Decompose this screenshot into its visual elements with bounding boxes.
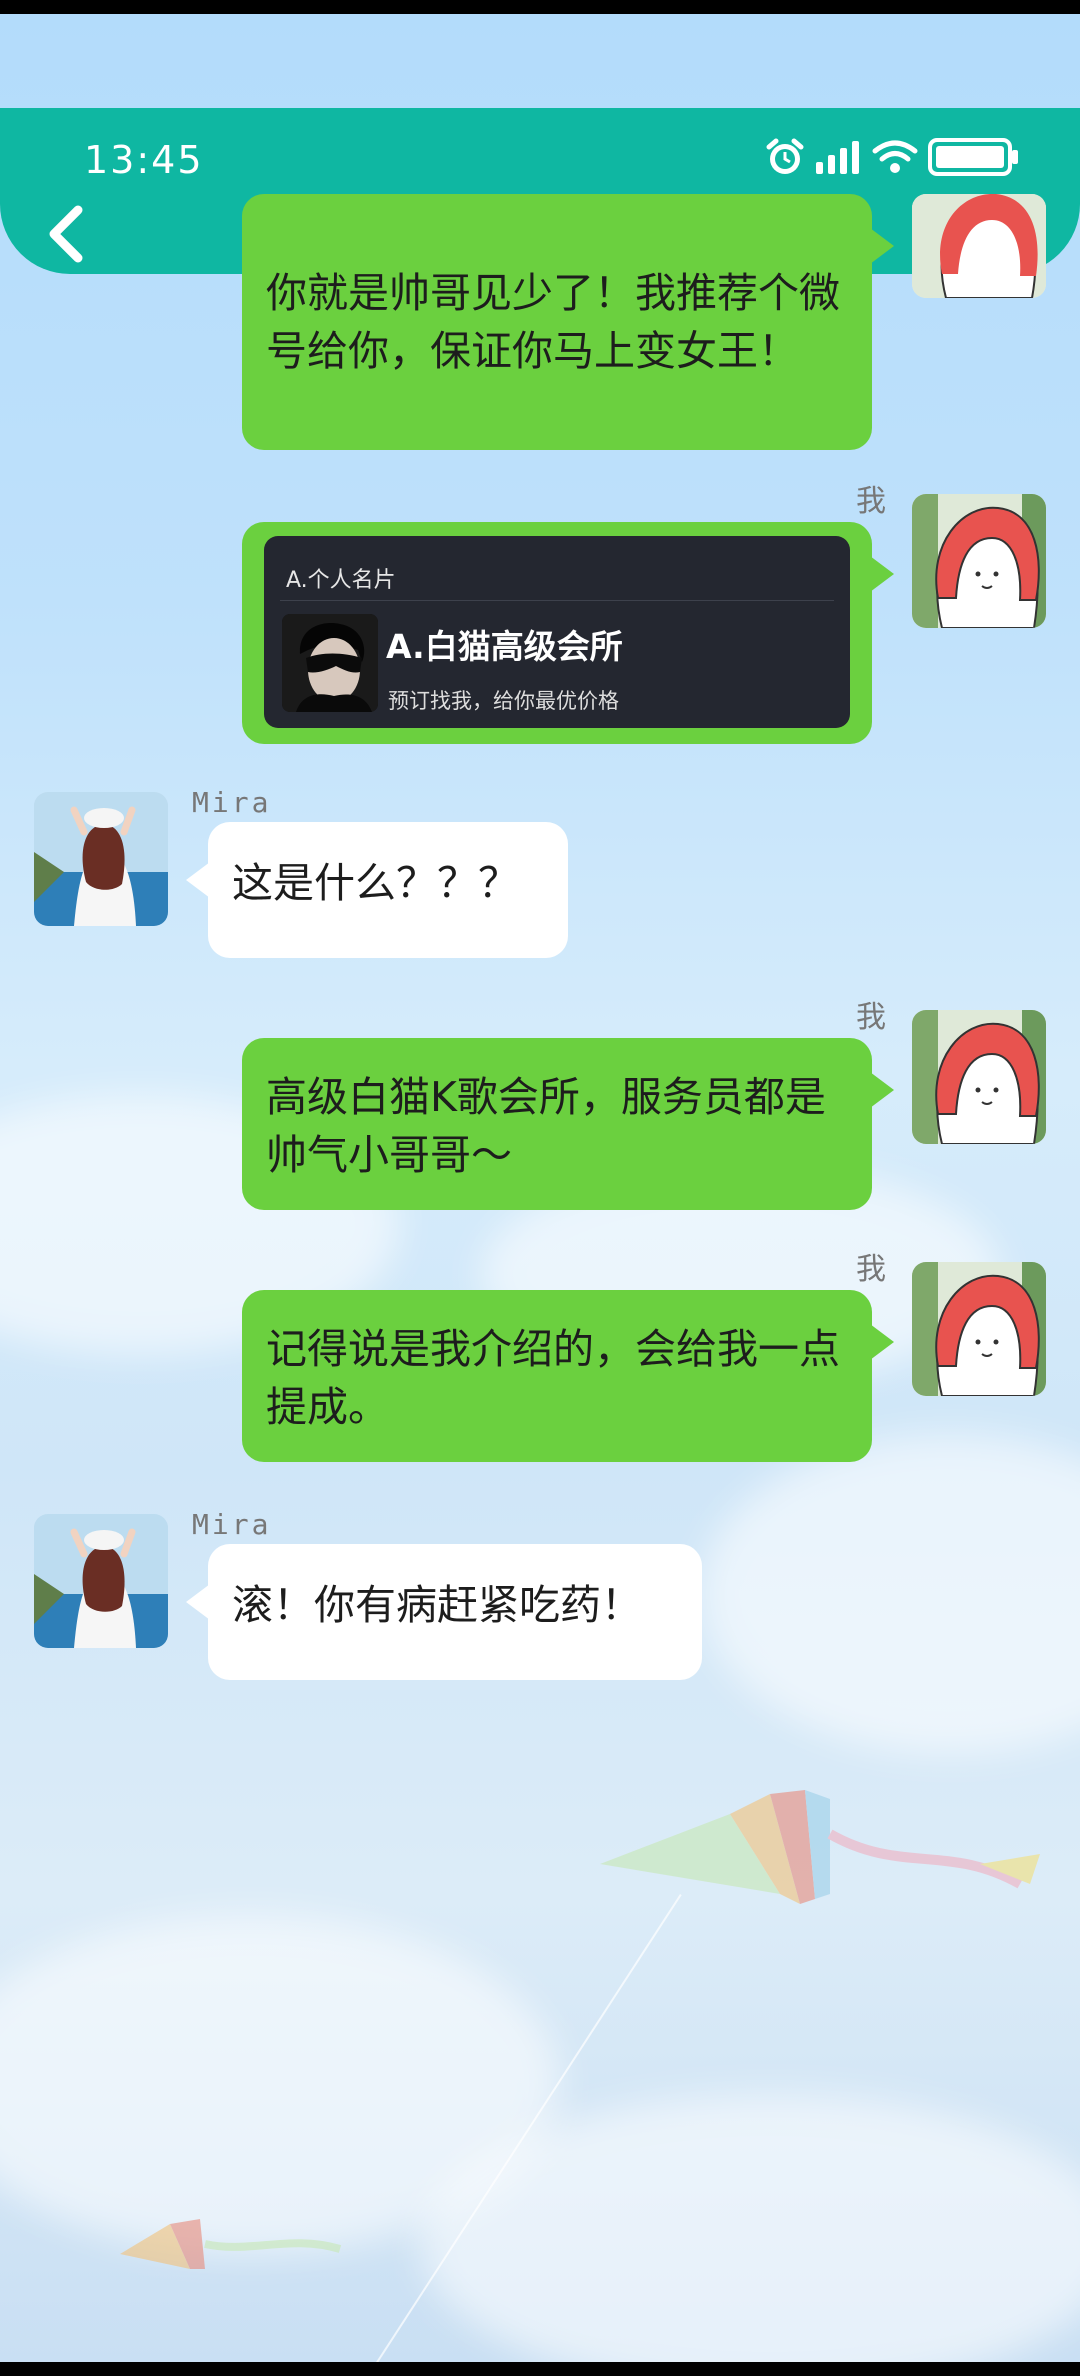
message-bubble-me[interactable]: 高级白猫K歌会所，服务员都是帅气小哥哥～ — [242, 1038, 894, 1210]
my-avatar[interactable] — [912, 1262, 1046, 1396]
status-icons — [766, 134, 1020, 180]
sender-name: Mira — [192, 786, 272, 819]
message-bubble-me[interactable]: 你就是帅哥见少了！我推荐个微号给你，保证你马上变女王！ — [242, 194, 894, 450]
status-time: 13:45 — [84, 138, 204, 182]
message-text: 滚！你有病赶紧吃药！ — [232, 1581, 642, 1629]
card-photo — [282, 614, 378, 712]
kite-decoration — [120, 2219, 342, 2269]
card-photo-image — [282, 614, 378, 712]
avatar-image — [912, 1010, 1046, 1144]
contact-avatar[interactable] — [34, 792, 168, 926]
message-text: 记得说是我介绍的，会给我一点提成。 — [266, 1325, 840, 1431]
message-bubble-them[interactable]: 滚！你有病赶紧吃药！ — [186, 1544, 702, 1680]
kite-decoration — [600, 1790, 1040, 1904]
avatar-image — [912, 1262, 1046, 1396]
contact-card-bubble[interactable]: A.个人名片 A.白猫高级会所 预订找我，给你最优价格 — [242, 522, 894, 744]
wifi-icon — [872, 140, 918, 173]
contact-avatar[interactable] — [34, 1514, 168, 1648]
card-subtitle: 预订找我，给你最优价格 — [388, 689, 619, 713]
avatar-image — [912, 494, 1046, 628]
message-text: 你就是帅哥见少了！我推荐个微号给你，保证你马上变女王！ — [266, 269, 840, 375]
alarm-icon — [766, 138, 804, 174]
sender-name: 我 — [856, 484, 886, 519]
sender-name: 我 — [856, 1000, 886, 1035]
sender-name: 我 — [856, 1252, 886, 1287]
chat-screen: 13:45 你就是帅哥见少了！我推荐个微号给你，保证你马上变女王！ 我 A.个人… — [0, 14, 1080, 2362]
background-cloud — [700, 1434, 1080, 1754]
avatar-image — [34, 792, 168, 926]
card-header: A.个人名片 — [286, 568, 396, 593]
my-avatar[interactable] — [912, 194, 1046, 298]
avatar-image — [34, 1514, 168, 1648]
card-divider — [280, 600, 834, 601]
battery-icon — [928, 138, 1018, 176]
message-bubble-me[interactable]: 记得说是我介绍的，会给我一点提成。 — [242, 1290, 894, 1462]
signal-icon — [816, 141, 859, 174]
message-bubble-them[interactable]: 这是什么？？？ — [186, 822, 568, 958]
card-title: A.白猫高级会所 — [386, 627, 623, 666]
my-avatar[interactable] — [912, 494, 1046, 628]
avatar-image — [912, 194, 1046, 298]
message-text: 这是什么？？？ — [232, 859, 519, 907]
contact-card[interactable]: A.个人名片 A.白猫高级会所 预订找我，给你最优价格 — [264, 536, 850, 728]
message-text: 高级白猫K歌会所，服务员都是帅气小哥哥～ — [266, 1073, 826, 1179]
my-avatar[interactable] — [912, 1010, 1046, 1144]
sender-name: Mira — [192, 1508, 272, 1541]
